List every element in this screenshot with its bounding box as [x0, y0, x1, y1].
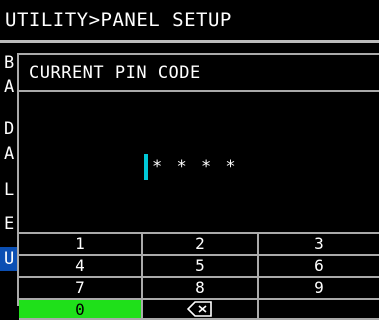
text-cursor [144, 154, 148, 180]
background-menu-item[interactable]: L [4, 178, 18, 202]
key-9-button[interactable]: 9 [259, 278, 379, 300]
background-menu-item[interactable]: D [4, 117, 18, 141]
pin-input[interactable]: * * * * [19, 92, 379, 232]
key-0-button[interactable]: 0 [19, 300, 143, 320]
key-2-button[interactable]: 2 [143, 234, 259, 256]
background-menu-item[interactable]: A [4, 142, 18, 166]
key-1-button[interactable]: 1 [19, 234, 143, 256]
background-menu-item[interactable]: B [4, 51, 18, 75]
key-8-button[interactable]: 8 [143, 278, 259, 300]
pin-masked-value: * * * * [152, 157, 238, 177]
backspace-button[interactable] [143, 300, 259, 320]
backspace-icon [187, 301, 212, 317]
key-7-button[interactable]: 7 [19, 278, 143, 300]
numeric-keypad: 1 2 3 4 5 6 7 8 9 0 [19, 232, 379, 320]
title-divider [0, 40, 379, 43]
page-title: UTILITY>PANEL SETUP [0, 0, 379, 40]
background-menu-item[interactable]: A [4, 75, 18, 99]
empty-key [259, 300, 379, 320]
pin-code-dialog: CURRENT PIN CODE * * * * 1 2 3 4 5 6 7 8… [17, 53, 379, 320]
dialog-title: CURRENT PIN CODE [29, 63, 201, 83]
key-5-button[interactable]: 5 [143, 256, 259, 278]
key-3-button[interactable]: 3 [259, 234, 379, 256]
background-menu-item[interactable]: E [4, 212, 18, 236]
key-6-button[interactable]: 6 [259, 256, 379, 278]
key-4-button[interactable]: 4 [19, 256, 143, 278]
